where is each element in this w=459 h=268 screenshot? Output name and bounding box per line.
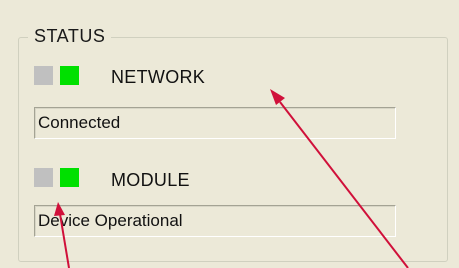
module-led-left bbox=[34, 168, 53, 187]
module-label: MODULE bbox=[111, 170, 190, 190]
status-panel: STATUS NETWORK Connected MODULE Device O… bbox=[0, 0, 459, 268]
network-label: NETWORK bbox=[111, 67, 206, 87]
network-led-left bbox=[34, 66, 53, 85]
module-status-field[interactable]: Device Operational bbox=[34, 205, 396, 237]
module-led-right bbox=[60, 168, 79, 187]
status-group-title: STATUS bbox=[28, 23, 112, 49]
network-status-field[interactable]: Connected bbox=[34, 107, 396, 139]
network-led-right bbox=[60, 66, 79, 85]
